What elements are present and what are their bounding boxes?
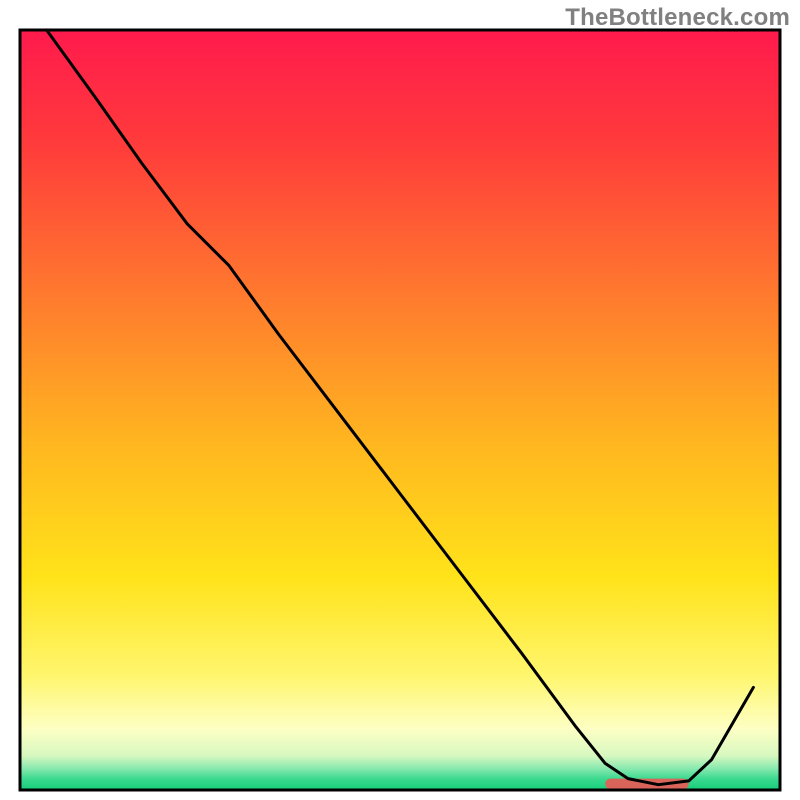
bottleneck-chart bbox=[0, 0, 800, 800]
plot-background bbox=[20, 30, 780, 790]
watermark-text: TheBottleneck.com bbox=[565, 4, 790, 32]
chart-container: TheBottleneck.com bbox=[0, 0, 800, 800]
